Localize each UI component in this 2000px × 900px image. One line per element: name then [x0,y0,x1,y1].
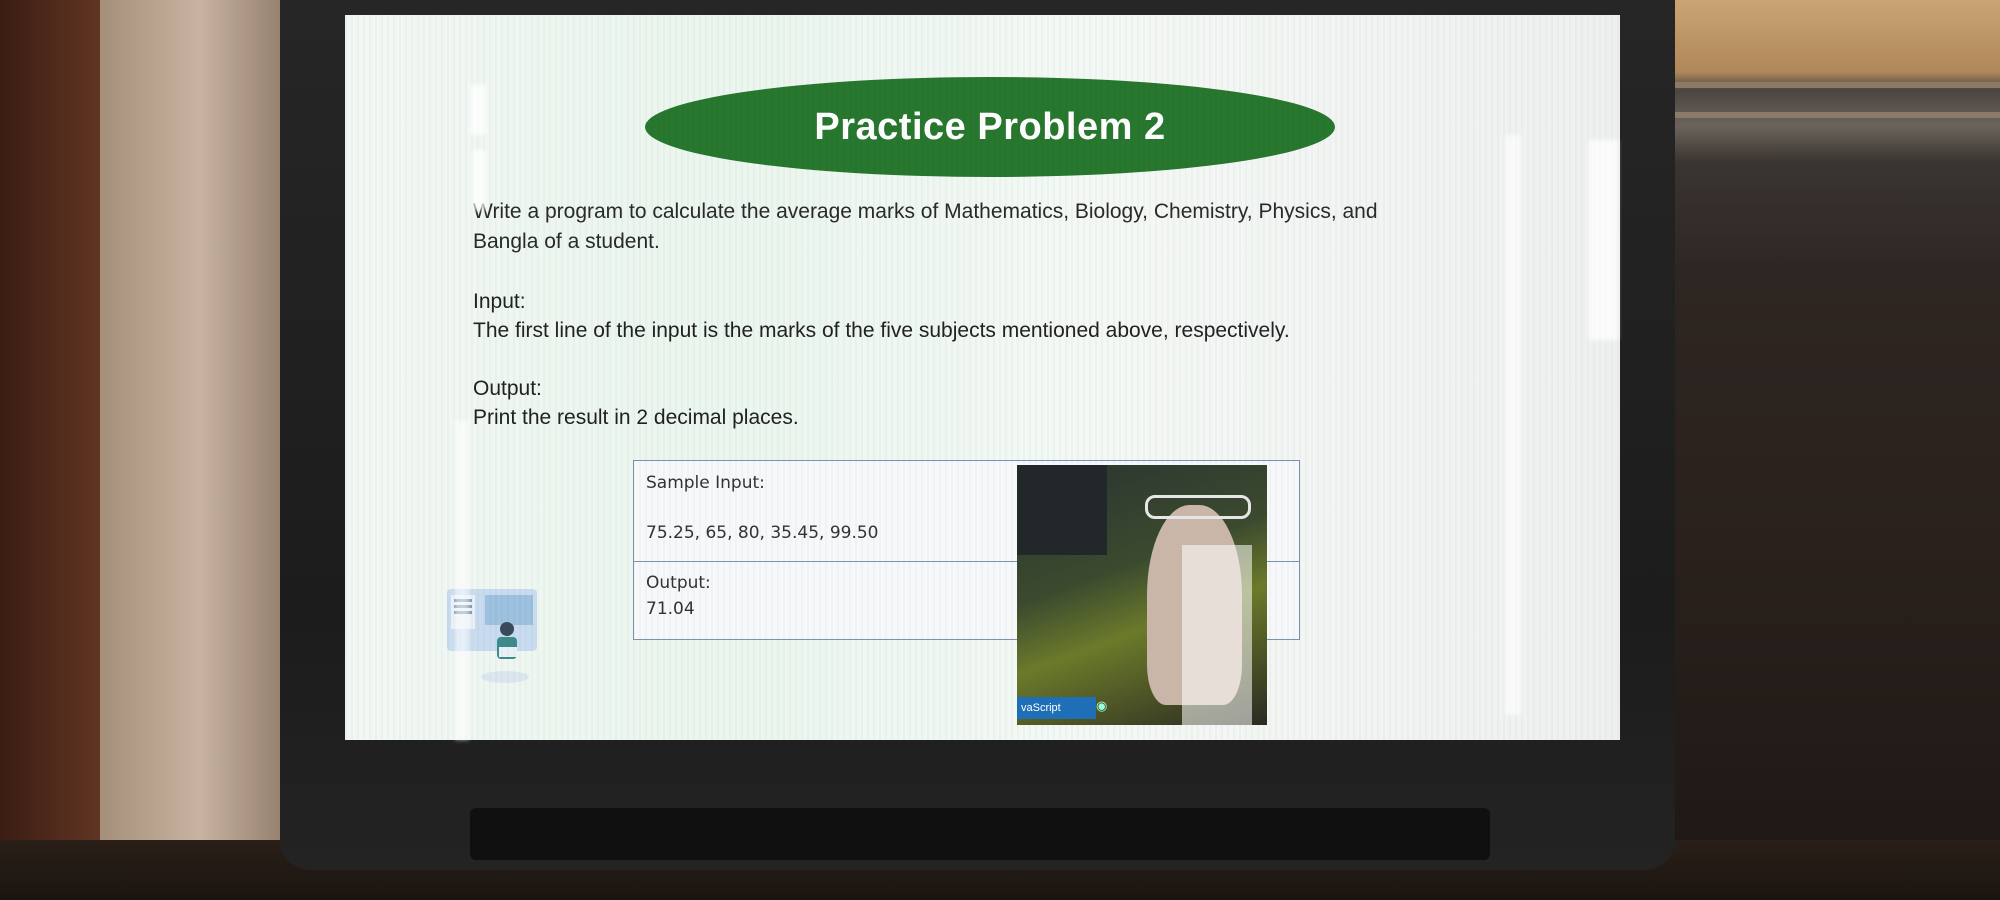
sample-output-value: 71.04 [646,599,695,619]
title-banner: Practice Problem 2 [645,77,1335,177]
video-icon: ◉ [1096,699,1108,714]
reflection-glare [1505,135,1521,715]
laptop-screen: Practice Problem 2 Write a program to ca… [345,15,1620,740]
slide-title: Practice Problem 2 [814,105,1166,148]
reflection-glare [470,85,486,135]
shelf-background [1670,0,2000,900]
input-label: Input: [473,290,526,313]
laptop-hinge [470,808,1490,860]
webcam-overlay [1017,465,1267,725]
output-description: Print the result in 2 decimal places. [473,406,799,429]
problem-description: Write a program to calculate the average… [473,197,1533,257]
reflection-glare [1588,140,1618,340]
photo-scene: Practice Problem 2 Write a program to ca… [0,0,2000,900]
sample-input-value: 75.25, 65, 80, 35.45, 99.50 [646,523,879,543]
screen-glare [1182,545,1252,725]
description-line-2: Bangla of a student. [473,230,660,253]
description-line-1: Write a program to calculate the average… [473,200,1378,223]
wall-background [100,0,300,860]
webcam-background-object [1017,465,1107,555]
webcam-tag: vaScript [1017,697,1096,719]
reflection-glare [455,420,469,740]
reflection-glare [472,150,486,210]
output-label: Output: [473,377,542,400]
sample-input-label: Sample Input: [646,473,765,493]
sample-output-label: Output: [646,573,711,593]
shelf-edge [1670,82,2000,88]
sunglasses-on-head [1145,495,1251,519]
input-description: The first line of the input is the marks… [473,319,1290,342]
shelf-edge [1670,112,2000,118]
